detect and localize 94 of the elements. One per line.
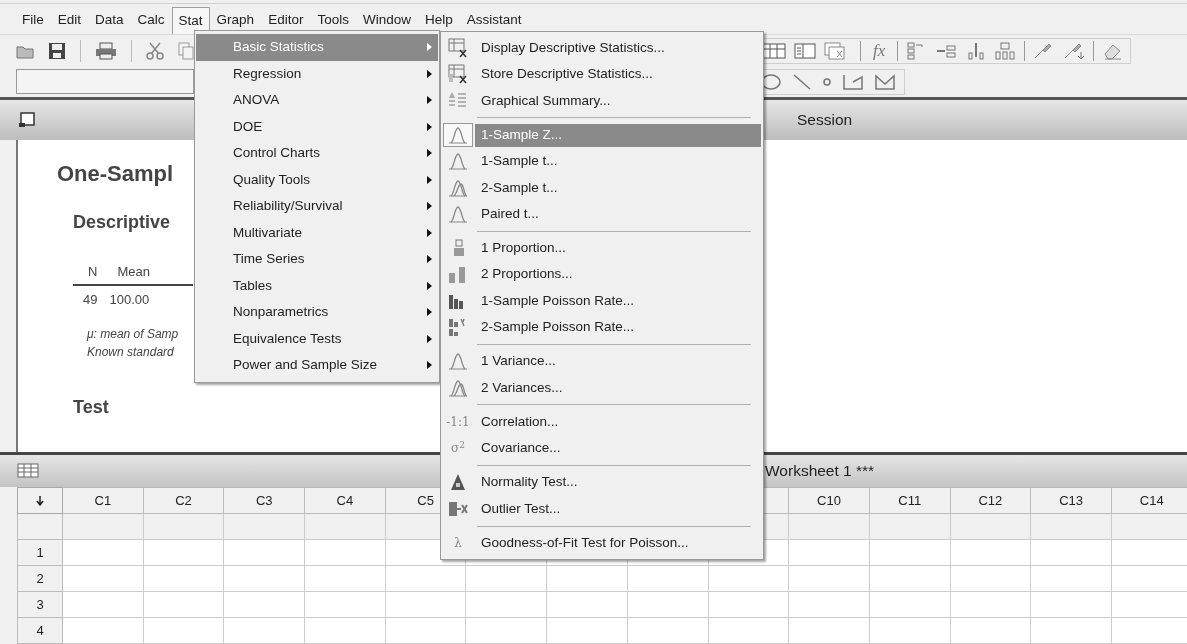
- menu-item[interactable]: ANOVA: [196, 87, 438, 114]
- table-x-icon: [448, 64, 468, 85]
- menu-item[interactable]: Quality Tools: [196, 166, 438, 193]
- scissors-icon: [146, 41, 164, 60]
- dot-icon: [822, 76, 832, 87]
- column-header[interactable]: C11: [898, 492, 922, 508]
- panel-icon: [794, 42, 816, 59]
- menu-item-icon: λ: [445, 534, 471, 553]
- menu-item[interactable]: File: [15, 7, 51, 34]
- line-icon: [792, 72, 812, 91]
- menu-item[interactable]: Normality Test...: [475, 471, 761, 495]
- row-header[interactable]: 4: [36, 622, 44, 638]
- menu-item[interactable]: Store Descriptive Statistics...: [475, 62, 761, 86]
- column-header[interactable]: C12: [978, 492, 1003, 508]
- menu-item[interactable]: 2-Sample t...: [475, 176, 761, 200]
- cone-icon: [448, 472, 468, 493]
- bar-chart-icon: [448, 317, 468, 338]
- menu-item[interactable]: 2 Proportions...: [475, 263, 761, 286]
- menu-item[interactable]: 1 Proportion...: [475, 236, 761, 260]
- menu-item[interactable]: 1-Sample t...: [475, 149, 761, 173]
- table-header: Mean: [117, 263, 150, 281]
- column-header[interactable]: C10: [817, 492, 841, 508]
- menu-item[interactable]: Equivalence Tests: [196, 325, 438, 352]
- menu-item[interactable]: Help: [417, 7, 460, 34]
- row-header[interactable]: 2: [36, 570, 44, 586]
- combo-box[interactable]: [16, 69, 194, 94]
- menu-item[interactable]: Graph: [209, 7, 262, 34]
- menu-item[interactable]: Data: [88, 7, 131, 34]
- menu-item[interactable]: Outlier Test...: [475, 497, 761, 521]
- row-header[interactable]: 3: [36, 596, 44, 612]
- menu-item[interactable]: Reliability/Survival: [196, 193, 438, 220]
- menu-item[interactable]: Covariance...: [475, 436, 761, 460]
- menu-item[interactable]: Assistant: [459, 7, 529, 34]
- worksheet-icon: [17, 463, 39, 479]
- table-x-icon: [448, 38, 468, 59]
- menu-item[interactable]: 2 Variances...: [475, 376, 761, 400]
- table-icon: [762, 42, 786, 59]
- column-header[interactable]: C3: [255, 492, 273, 508]
- menu-item[interactable]: 2-Sample Poisson Rate...: [475, 315, 761, 339]
- menu-item-icon: σ$^{2}$: [445, 439, 471, 458]
- column-header[interactable]: C2: [175, 492, 192, 508]
- menu-item[interactable]: 1-Sample Poisson Rate...: [475, 289, 761, 313]
- menu-item[interactable]: Power and Sample Size: [196, 352, 438, 379]
- menu-item-icon: -1:1: [445, 413, 471, 431]
- polygon-icon: [874, 72, 896, 91]
- column-header[interactable]: C1: [94, 492, 112, 508]
- table-cell-text: 100.00: [109, 290, 150, 309]
- table-cell-text: 49: [83, 290, 98, 309]
- menu-item[interactable]: Stat: [171, 7, 210, 34]
- function-button[interactable]: fx: [869, 37, 890, 64]
- window-title: Worksheet 1 ***: [765, 461, 875, 482]
- output-title: One-Sampl: [57, 160, 174, 188]
- table-header: N: [88, 263, 98, 281]
- menu-item[interactable]: Regression: [196, 60, 438, 87]
- column-header[interactable]: C4: [336, 492, 354, 508]
- column-header[interactable]: C14: [1139, 492, 1164, 508]
- printer-icon: [95, 41, 117, 60]
- row-header[interactable]: 1: [36, 544, 44, 560]
- menu-item[interactable]: Multivariate: [196, 219, 438, 246]
- menu-item[interactable]: Window: [355, 7, 418, 34]
- menu-item[interactable]: Goodness-of-Fit Test for Poisson...: [475, 531, 761, 555]
- columns-icon: [994, 41, 1017, 60]
- column-header[interactable]: C5: [417, 492, 434, 508]
- bell-curve-icon: [448, 151, 468, 172]
- save-icon: [48, 41, 66, 60]
- footnote: Known standard: [87, 344, 174, 361]
- menu-item[interactable]: Edit: [50, 7, 89, 34]
- window-close-icon: [824, 41, 846, 60]
- menu-item[interactable]: Tools: [310, 7, 356, 34]
- window-title: Session: [797, 110, 853, 131]
- menu-item[interactable]: Calc: [130, 7, 172, 34]
- session-window-icon: [18, 112, 36, 128]
- menu-item[interactable]: Correlation...: [475, 410, 761, 434]
- proportions-icon: [448, 264, 468, 285]
- menu-item[interactable]: Nonparametrics: [196, 299, 438, 326]
- menu-item[interactable]: Tables: [196, 272, 438, 299]
- section-title: Descriptive: [73, 211, 171, 234]
- menu-item[interactable]: Graphical Summary...: [475, 89, 761, 113]
- down-arrow-icon[interactable]: [36, 496, 44, 507]
- section-title: Test: [73, 396, 109, 419]
- menu-item[interactable]: Paired t...: [475, 202, 761, 226]
- bell-curve-icon: [448, 351, 468, 372]
- brush-down-icon: [1063, 41, 1086, 60]
- menu-item[interactable]: DOE: [196, 113, 438, 140]
- menu-item[interactable]: Editor: [261, 7, 311, 34]
- column-header[interactable]: C13: [1059, 492, 1083, 508]
- menu-item[interactable]: Display Descriptive Statistics...: [475, 36, 761, 60]
- menu-item[interactable]: Time Series: [196, 246, 438, 273]
- bell-curve-icon: [448, 125, 468, 146]
- menu-item[interactable]: Control Charts: [196, 140, 438, 167]
- polyline-icon: [842, 72, 864, 91]
- menu-item[interactable]: 1 Variance...: [475, 349, 761, 373]
- distribute-icon: [966, 41, 987, 60]
- footnote: μ: mean of Samp: [87, 326, 179, 343]
